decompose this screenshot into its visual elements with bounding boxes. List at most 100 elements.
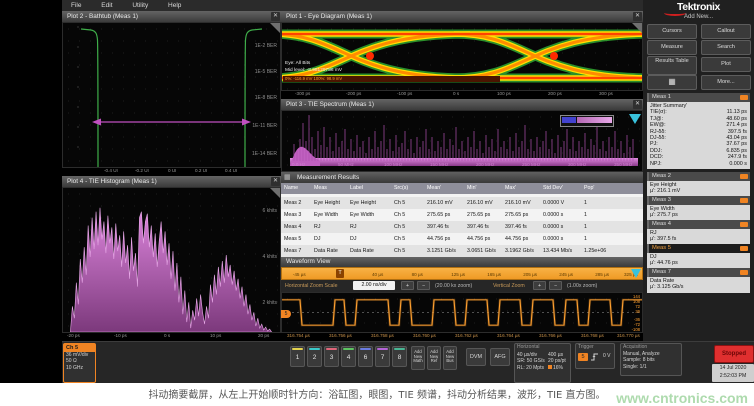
scope-display-icon-button[interactable]: ▦	[647, 75, 697, 90]
table-row[interactable]: Meas 4RJRJCh 5397.46 fs397.46 fs397.46 f…	[281, 221, 643, 233]
column-header[interactable]: Max'	[505, 183, 543, 194]
menu-help[interactable]: Help	[159, 0, 190, 11]
channel-1-button[interactable]: 1	[290, 346, 305, 367]
meas-badge[interactable]: Meas 2 Eye Height µ': 216.1 mV	[647, 172, 750, 197]
bathtub-plot[interactable]: 1E-2 BER 1E-5 BER 1E-8 BER 1E-11 BER 1E-…	[62, 22, 281, 168]
trigger-position-marker[interactable]: T	[336, 269, 344, 278]
cell: Data Rate	[314, 245, 350, 257]
column-header[interactable]: Mean'	[427, 183, 467, 194]
ber-label: 1E-8 BER	[255, 95, 277, 101]
acquisition-badge[interactable]: Acquisition Manual, Analyze Sample: 8 bi…	[620, 343, 682, 376]
add-new-ref-button[interactable]: Add New Ref	[427, 346, 441, 370]
axis-tick-label: 50 MHz	[338, 162, 354, 167]
axis-tick-label: 316.758 µs	[371, 333, 394, 338]
table-row[interactable]: Meas 7Data RateData RateCh 53.1251 Gb/s3…	[281, 245, 643, 257]
cell: Meas 5	[284, 233, 314, 245]
meas-badge[interactable]: Meas 4 RJ µ': 397.5 fs	[647, 220, 750, 245]
ber-label: 1E-14 BER	[252, 151, 277, 157]
horizontal-badge[interactable]: Horizontal 40 µs/div SR: 50 GS/s RL: 20 …	[514, 343, 571, 383]
cell: RJ	[350, 221, 394, 233]
channel-reference-marker[interactable]: 5	[281, 310, 291, 318]
table-row[interactable]: Meas 2Eye HeightEye HeightCh 5216.10 mV2…	[281, 197, 643, 209]
hzoom-minus-button[interactable]: −	[417, 281, 430, 290]
close-icon[interactable]: ✕	[271, 12, 280, 21]
column-header[interactable]: Src(s)	[394, 183, 427, 194]
channel-4-button[interactable]: 4	[341, 346, 356, 367]
measure-button[interactable]: Measure	[647, 40, 697, 55]
table-row[interactable]: Meas 3Eye WidthEye WidthCh 5275.65 ps275…	[281, 209, 643, 221]
column-header[interactable]: Label	[350, 183, 394, 194]
add-new-math-button[interactable]: Add New Math	[411, 346, 425, 370]
column-header[interactable]: Std Dev'	[543, 183, 584, 194]
meas-badge[interactable]: Meas 1 Jitter Summary' TIE(σ):11.13 ps T…	[647, 93, 750, 169]
column-header[interactable]: Min'	[467, 183, 505, 194]
ber-label: 1E-5 BER	[255, 69, 277, 75]
channel-8-button[interactable]: 8	[392, 346, 407, 367]
close-icon[interactable]: ✕	[633, 100, 642, 109]
stopped-button[interactable]: Stopped	[714, 345, 754, 363]
marker-triangle-icon[interactable]	[629, 114, 641, 124]
channel-label: 8	[398, 354, 402, 361]
channel-2-button[interactable]: 2	[307, 346, 322, 367]
spectrum-plot-header[interactable]: Plot 3 - TIE Spectrum (Meas 1) ✕	[281, 99, 643, 110]
afg-button[interactable]: AFG	[490, 348, 510, 366]
cell: 0.0000 s	[543, 221, 584, 233]
callout-button[interactable]: Callout	[701, 24, 751, 39]
plot-button[interactable]: Plot	[701, 57, 751, 72]
channel-6-button[interactable]: 6	[358, 346, 373, 367]
position-marker-icon	[548, 365, 552, 369]
y-axis-label: 4 khits	[263, 254, 277, 260]
column-header[interactable]: Pop'	[584, 183, 616, 194]
histogram-plot-header[interactable]: Plot 4 - TIE Histogram (Meas 1) ✕	[62, 176, 281, 187]
close-icon[interactable]: ✕	[633, 12, 642, 21]
meas-badge[interactable]: Meas 7 Data Rate µ': 3.125 Gb/s	[647, 268, 750, 293]
hzoom-value-input[interactable]: 2.00 ns/div	[353, 281, 395, 290]
datetime-display: 14 Jul 2020 2:52:03 PM	[712, 364, 754, 382]
waveform-view-title: Waveform View	[286, 258, 330, 265]
eye-plot-header[interactable]: Plot 1 - Eye Diagram (Meas 1) ✕	[281, 11, 643, 22]
results-panel-header[interactable]: ▦ Measurement Results	[281, 172, 643, 183]
oscilloscope-screen: File Edit Utility Help Plot 2 - Bathtub …	[0, 0, 754, 406]
cell: 1	[584, 233, 616, 245]
search-button[interactable]: Search	[701, 40, 751, 55]
nav-marker-triangle-icon[interactable]	[631, 269, 641, 278]
spectrum-legend[interactable]	[560, 115, 614, 127]
column-header[interactable]: Name	[284, 183, 314, 194]
cell: Ch 5	[394, 245, 427, 257]
close-icon[interactable]: ✕	[271, 177, 280, 186]
add-new-bus-button[interactable]: Add New Bus	[443, 346, 457, 370]
column-header[interactable]: Meas	[314, 183, 350, 194]
more-button[interactable]: More...	[701, 75, 751, 90]
histogram-plot[interactable]: 6 khits 4 khits 2 khits	[62, 187, 281, 333]
results-table-button[interactable]: Results Table	[647, 56, 697, 75]
menu-edit[interactable]: Edit	[92, 0, 121, 11]
waveform-nav-bar[interactable]: -45 µs 40 µs 80 µs 125 µs 165 µs 205 µs …	[281, 267, 643, 280]
axis-tick-label: 316.766 µs	[539, 333, 562, 338]
meas-badge[interactable]: Meas 5 DJ µ': 44.76 ps	[647, 244, 750, 269]
zoom-corner-icon[interactable]	[270, 188, 280, 198]
spectrum-plot[interactable]: 0.0 Hz 50 MHz 100 MHz 150 MHz 200 MHz 25…	[281, 110, 643, 172]
channel-7-button[interactable]: 7	[375, 346, 390, 367]
trigger-badge[interactable]: Trigger 5 0 V	[575, 343, 615, 369]
cell: 3.1962 Gb/s	[505, 245, 543, 257]
horizontal-position: 16%	[548, 365, 566, 371]
vzoom-label: Vertical Zoom	[493, 280, 525, 292]
channel-3-button[interactable]: 3	[324, 346, 339, 367]
zoom-corner-icon[interactable]	[632, 23, 642, 33]
menu-file[interactable]: File	[62, 0, 90, 11]
axis-tick-label: 10 ps	[210, 333, 221, 338]
table-row[interactable]: Meas 5DJDJCh 544.756 ps44.756 ps44.756 p…	[281, 233, 643, 245]
vzoom-minus-button[interactable]: −	[549, 281, 562, 290]
bathtub-plot-header[interactable]: Plot 2 - Bathtub (Meas 1) ✕	[62, 11, 281, 22]
hzoom-plus-button[interactable]: +	[401, 281, 414, 290]
cursors-button[interactable]: Cursors	[647, 24, 697, 39]
menu-utility[interactable]: Utility	[123, 0, 157, 11]
ch5-badge[interactable]: Ch 5 36 mV/div 50 Ω 10 GHz	[63, 343, 96, 383]
eye-plot[interactable]: Eye: All Bits Mid level: -8.98129786 mV …	[281, 22, 643, 91]
dvm-button[interactable]: DVM	[466, 348, 486, 366]
waveform-plot[interactable]: 5 144 108 72 36 -36 -72 -108	[281, 292, 643, 333]
vzoom-plus-button[interactable]: +	[533, 281, 546, 290]
zoom-corner-icon[interactable]	[270, 23, 280, 33]
waveform-view-header[interactable]: Waveform View	[281, 257, 643, 267]
meas-badge[interactable]: Meas 3 Eye Width µ': 275.7 ps	[647, 196, 750, 221]
